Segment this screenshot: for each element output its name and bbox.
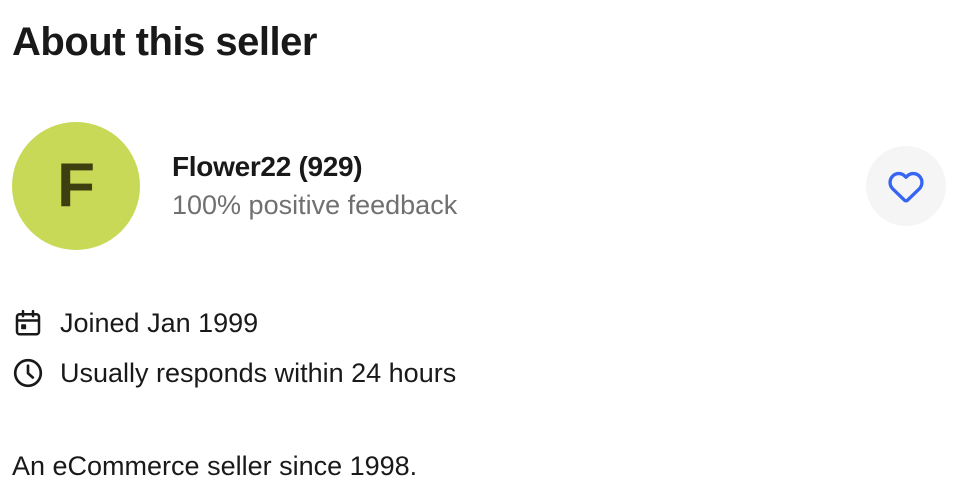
seller-avatar: F	[12, 122, 140, 250]
joined-row: Joined Jan 1999	[12, 303, 258, 343]
heart-icon	[885, 165, 927, 207]
calendar-icon	[12, 307, 44, 339]
avatar-initial: F	[57, 151, 95, 220]
joined-text: Joined Jan 1999	[60, 308, 259, 338]
seller-name[interactable]: Flower22 (929)	[172, 148, 457, 186]
seller-bio: An eCommerce seller since 1998.	[12, 451, 418, 481]
response-time-row: Usually responds within 24 hours	[12, 353, 456, 393]
page-title: About this seller	[12, 20, 317, 64]
clock-icon	[12, 357, 44, 389]
save-seller-button[interactable]	[866, 146, 946, 226]
seller-feedback: 100% positive feedback	[172, 190, 458, 220]
seller-info: Flower22 (929) 100% positive feedback	[172, 148, 457, 224]
response-time-text: Usually responds within 24 hours	[60, 358, 457, 388]
